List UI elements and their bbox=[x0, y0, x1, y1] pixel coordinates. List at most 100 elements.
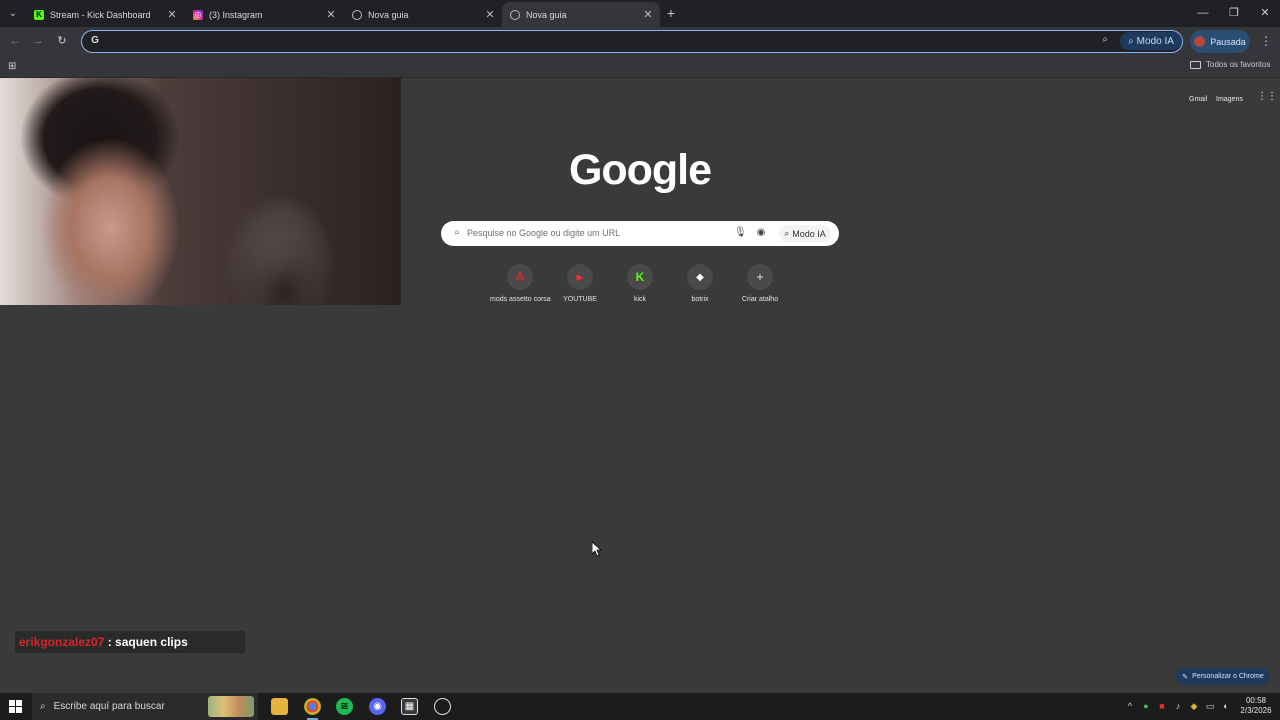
search-icon[interactable]: ⌕ bbox=[1098, 34, 1112, 48]
youtube-icon: ▶ bbox=[567, 264, 593, 290]
mouse-cursor-icon bbox=[591, 541, 603, 557]
webcam-overlay bbox=[0, 78, 401, 305]
windows-start-icon[interactable] bbox=[9, 700, 22, 713]
show-hidden-icons-icon[interactable]: ^ bbox=[1124, 700, 1136, 712]
kick-icon: K bbox=[34, 9, 44, 20]
tab-title: Nova guia bbox=[368, 9, 409, 20]
clock-time: 00:58 bbox=[1245, 696, 1267, 705]
pencil-icon: ✎ bbox=[1182, 673, 1189, 681]
taskbar-clock[interactable]: 00:58 2/3/2026 bbox=[1236, 696, 1276, 716]
close-tab-icon[interactable]: ✕ bbox=[164, 8, 180, 21]
modo-ia-button[interactable]: ⌕ Modo IA bbox=[1120, 32, 1182, 50]
modo-ia-label: Modo IA bbox=[1136, 35, 1174, 47]
avatar bbox=[1194, 36, 1206, 47]
chrome-icon bbox=[352, 9, 362, 20]
google-g-icon: G bbox=[91, 35, 99, 46]
clock-date: 2/3/2026 bbox=[1240, 706, 1272, 715]
tab-kick-dashboard[interactable]: K Stream - Kick Dashboard ✕ bbox=[26, 2, 184, 27]
search-icon: ⌕ bbox=[454, 227, 460, 238]
tab-search-dropdown-icon[interactable]: ⌄ bbox=[4, 5, 22, 23]
google-apps-icon[interactable]: ⋮⋮ bbox=[1257, 92, 1277, 102]
address-input[interactable] bbox=[104, 34, 1084, 49]
shortcuts-row: A mods assetto corsa ▶ YOUTUBE K kick ◆ … bbox=[490, 264, 790, 314]
all-favorites-button[interactable]: Todos os favoritos bbox=[1190, 60, 1270, 69]
bookmarks-bar: ⊞ Todos os favoritos bbox=[0, 56, 1280, 78]
back-icon[interactable]: ← bbox=[8, 34, 22, 48]
plus-icon: + bbox=[747, 264, 773, 290]
google-lens-icon[interactable]: ◉ bbox=[755, 227, 767, 239]
minimize-icon[interactable]: — bbox=[1194, 5, 1212, 21]
spotify-icon[interactable]: ≋ bbox=[336, 698, 353, 715]
windows-taskbar: ⌕ Escribe aquí para buscar ≋ ◉ ▦ ^ ● ■ ♪… bbox=[0, 693, 1280, 720]
tray-security-icon[interactable]: ◆ bbox=[1188, 700, 1200, 712]
shortcut-label: mods assetto corsa bbox=[490, 296, 551, 303]
tray-record-icon[interactable]: ■ bbox=[1156, 700, 1168, 712]
tab-title: Nova guia bbox=[526, 9, 567, 20]
chrome-icon[interactable] bbox=[304, 698, 321, 720]
chat-text: : saquen clips bbox=[107, 635, 188, 649]
close-tab-icon[interactable]: ✕ bbox=[640, 8, 656, 21]
shortcut-kick[interactable]: K kick bbox=[610, 264, 670, 314]
profile-button[interactable]: Pausada bbox=[1190, 30, 1250, 53]
tab-title: Stream - Kick Dashboard bbox=[50, 9, 151, 20]
ai-search-icon: ⌕ bbox=[1128, 35, 1134, 47]
customize-label: Personalizar o Chrome bbox=[1192, 673, 1264, 680]
restore-icon[interactable]: ❐ bbox=[1225, 5, 1243, 21]
microphone-icon[interactable]: 🎙 bbox=[734, 227, 747, 239]
apps-grid-icon[interactable]: ⊞ bbox=[8, 61, 19, 72]
address-bar[interactable]: G ⌕ ⌕ Modo IA bbox=[81, 30, 1183, 53]
modo-ia-label: Modo IA bbox=[792, 228, 826, 239]
folder-icon bbox=[1190, 60, 1201, 69]
chrome-icon bbox=[510, 9, 520, 20]
search-icon: ⌕ bbox=[40, 701, 46, 712]
shortcut-label: botrix bbox=[691, 296, 709, 303]
chat-username: erikgonzalez07 bbox=[19, 635, 105, 649]
tab-nova-guia-active[interactable]: Nova guia ✕ bbox=[502, 2, 660, 27]
reload-icon[interactable]: ↻ bbox=[55, 34, 69, 48]
taskbar-search[interactable]: ⌕ Escribe aquí para buscar bbox=[32, 693, 258, 720]
more-menu-icon[interactable]: ⋮ bbox=[1260, 34, 1272, 48]
network-icon[interactable]: ▭ bbox=[1204, 700, 1216, 712]
search-input[interactable] bbox=[467, 226, 727, 240]
new-tab-icon[interactable]: + bbox=[664, 5, 678, 21]
stream-chat-message: erikgonzalez07 : saquen clips bbox=[15, 631, 245, 653]
assetto-corsa-icon: A bbox=[507, 264, 533, 290]
tab-title: (3) Instagram bbox=[209, 9, 263, 20]
kick-icon: K bbox=[627, 264, 653, 290]
google-search-box[interactable]: ⌕ 🎙 ◉ ⌕ Modo IA bbox=[441, 221, 839, 246]
volume-icon[interactable]: ◖ bbox=[1219, 700, 1231, 712]
store-icon[interactable]: ▦ bbox=[401, 698, 418, 715]
close-window-icon[interactable]: ✕ bbox=[1256, 5, 1274, 21]
profile-label: Pausada bbox=[1210, 36, 1246, 47]
close-tab-icon[interactable]: ✕ bbox=[482, 8, 498, 21]
browser-toolbar: ← → ↻ G ⌕ ⌕ Modo IA Pausada ⋮ bbox=[0, 27, 1280, 56]
file-explorer-icon[interactable] bbox=[271, 698, 288, 715]
shortcut-botrix[interactable]: ◆ botrix bbox=[670, 264, 730, 314]
all-favorites-label: Todos os favoritos bbox=[1206, 60, 1271, 69]
shortcut-label: YOUTUBE bbox=[563, 296, 597, 303]
tab-nova-guia-1[interactable]: Nova guia ✕ bbox=[344, 2, 502, 27]
botrix-icon: ◆ bbox=[687, 264, 713, 290]
images-link[interactable]: Imagens bbox=[1216, 96, 1243, 103]
forward-icon[interactable]: → bbox=[31, 34, 45, 48]
tab-strip: ⌄ K Stream - Kick Dashboard ✕ ◎ (3) Inst… bbox=[0, 0, 1280, 27]
microphone-icon[interactable]: ♪ bbox=[1172, 700, 1184, 712]
shortcut-mods-assetto-corsa[interactable]: A mods assetto corsa bbox=[490, 264, 551, 314]
modo-ia-button[interactable]: ⌕ Modo IA bbox=[779, 225, 831, 242]
shortcut-label: kick bbox=[633, 296, 647, 303]
gmail-link[interactable]: Gmail bbox=[1189, 96, 1207, 103]
ai-search-icon: ⌕ bbox=[784, 228, 790, 238]
shortcut-add[interactable]: + Criar atalho bbox=[730, 264, 790, 314]
google-logo: Google bbox=[568, 146, 712, 194]
instagram-icon: ◎ bbox=[193, 9, 203, 20]
obs-icon[interactable] bbox=[434, 698, 451, 715]
tray-app-icon[interactable]: ● bbox=[1140, 700, 1152, 712]
close-tab-icon[interactable]: ✕ bbox=[323, 8, 339, 21]
shortcut-label: Criar atalho bbox=[741, 296, 779, 303]
tab-instagram[interactable]: ◎ (3) Instagram ✕ bbox=[185, 2, 343, 27]
customize-chrome-button[interactable]: ✎ Personalizar o Chrome bbox=[1176, 668, 1270, 685]
taskbar-search-placeholder: Escribe aquí para buscar bbox=[53, 701, 165, 712]
search-highlight-image bbox=[208, 696, 254, 717]
shortcut-youtube[interactable]: ▶ YOUTUBE bbox=[550, 264, 610, 314]
discord-icon[interactable]: ◉ bbox=[369, 698, 386, 715]
